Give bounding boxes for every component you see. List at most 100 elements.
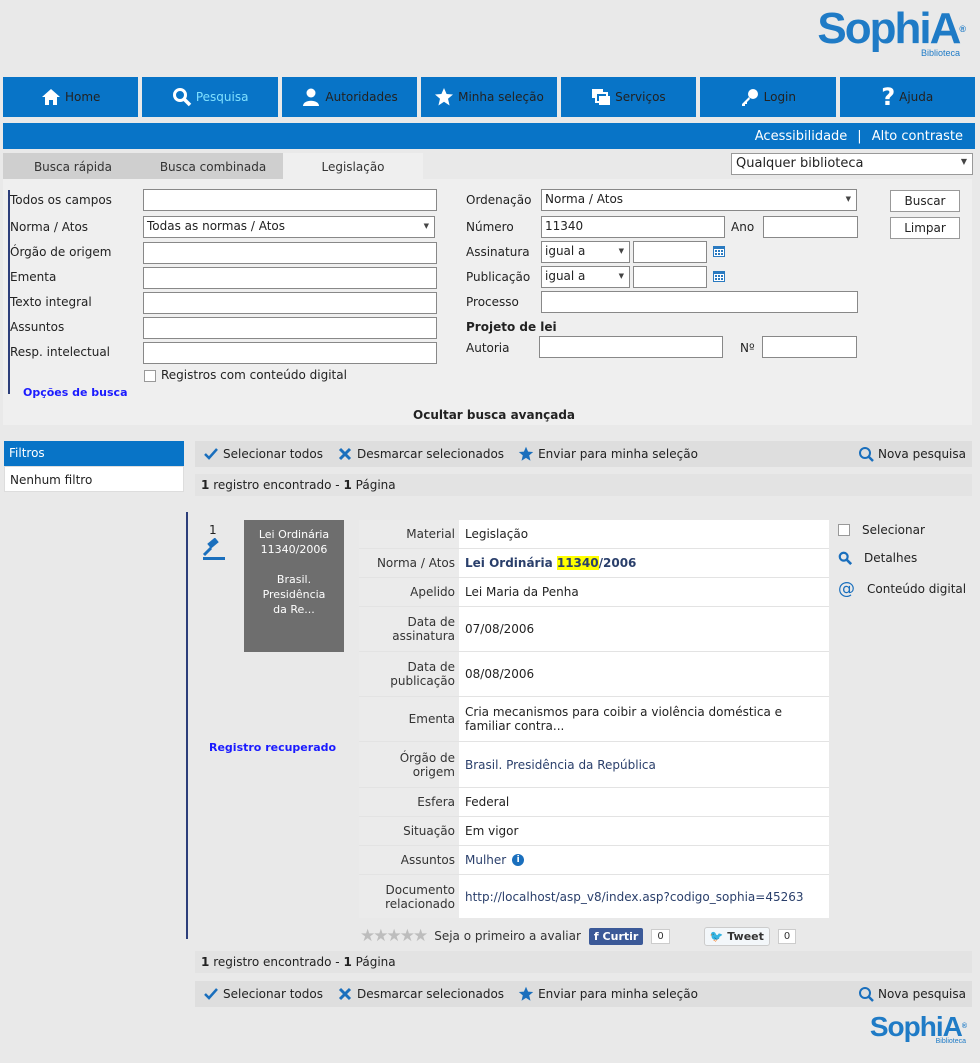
home-icon <box>41 89 60 105</box>
nav-ajuda[interactable]: ? Ajuda <box>839 77 975 117</box>
high-contrast-link[interactable]: Alto contraste <box>872 129 963 144</box>
label-autoria: Autoria <box>466 341 510 355</box>
norma-select[interactable]: Todas as normas / Atos ▼ <box>143 216 435 238</box>
nav-home[interactable]: Home <box>3 77 139 117</box>
search-icon <box>172 88 192 107</box>
star-icon <box>435 88 454 106</box>
processo-input[interactable] <box>541 291 858 313</box>
nav-minha-selecao[interactable]: Minha seleção <box>421 77 557 117</box>
record-status: Registro recuperado <box>209 741 337 754</box>
buscar-button[interactable]: Buscar <box>890 190 960 212</box>
texto-integral-input[interactable] <box>143 292 437 314</box>
tab-legislacao[interactable]: Legislação <box>283 153 423 180</box>
refresh-search-icon <box>858 447 874 462</box>
calendar-icon[interactable] <box>712 269 726 283</box>
tab-busca-combinada[interactable]: Busca combinada <box>143 153 283 180</box>
norma-value[interactable]: Lei Ordinária 11340/2006 <box>459 549 829 577</box>
label-norma: Norma / Atos <box>10 220 89 234</box>
label-publicacao: Publicação <box>466 270 531 284</box>
label-ordenacao: Ordenação <box>466 193 532 207</box>
digital-content-action[interactable]: @ Conteúdo digital <box>838 579 966 599</box>
ordenacao-select[interactable]: Norma / Atos ▼ <box>541 189 857 211</box>
label-texto: Texto integral <box>10 295 92 309</box>
send-to-selection-button[interactable]: Enviar para minha seleção <box>518 446 698 462</box>
tab-busca-rapida[interactable]: Busca rápida <box>3 153 143 180</box>
publicacao-date-input[interactable] <box>633 266 707 288</box>
ano-input[interactable] <box>763 216 858 238</box>
accessibility-link[interactable]: Acessibilidade <box>755 129 848 144</box>
label-assinatura: Assinatura <box>466 245 530 259</box>
ementa-input[interactable] <box>143 267 437 289</box>
info-icon[interactable]: i <box>512 854 525 866</box>
filters-none: Nenhum filtro <box>4 466 184 492</box>
x-icon <box>338 447 352 461</box>
limpar-button[interactable]: Limpar <box>890 217 960 239</box>
resp-intelectual-input[interactable] <box>143 342 437 364</box>
refresh-search-icon <box>858 987 874 1002</box>
label-numero: Número <box>466 220 514 234</box>
nav-servicos[interactable]: Serviços <box>560 77 697 117</box>
numero-input[interactable]: 11340 <box>541 216 725 238</box>
rating-bar: ★★★★★ Seja o primeiro a avaliar f Curtir… <box>360 926 797 946</box>
assinatura-operator-select[interactable]: igual a ▼ <box>541 241 630 263</box>
facebook-like-button[interactable]: f Curtir <box>588 927 644 945</box>
main-nav: Home Pesquisa Autoridades Minha seleção … <box>3 77 975 117</box>
filters-header: Filtros <box>4 441 184 466</box>
label-ementa: Ementa <box>10 270 57 284</box>
details-action[interactable]: Detalhes <box>838 551 917 565</box>
nav-login[interactable]: Login <box>700 77 836 117</box>
record-thumbnail[interactable]: Lei Ordinária 11340/2006 Brasil. Presidê… <box>244 520 344 652</box>
search-options-link[interactable]: Opções de busca <box>23 386 128 399</box>
deselect-button[interactable]: Desmarcar selecionados <box>337 986 504 1002</box>
label-resp: Resp. intelectual <box>10 345 111 359</box>
result-count-bottom: 1 registro encontrado - 1 Página <box>195 951 972 973</box>
assuntos-input[interactable] <box>143 317 437 339</box>
assinatura-date-input[interactable] <box>633 241 707 263</box>
star-icon <box>518 446 534 461</box>
gavel-icon <box>202 538 225 560</box>
document-link[interactable]: http://localhost/asp_v8/index.asp?codigo… <box>459 875 829 918</box>
projeto-numero-input[interactable] <box>762 336 857 358</box>
new-search-button[interactable]: Nova pesquisa <box>858 446 966 462</box>
select-record-action[interactable]: Selecionar <box>838 523 925 537</box>
todos-campos-input[interactable] <box>143 189 437 211</box>
digital-checkbox[interactable] <box>144 370 156 382</box>
publicacao-operator-select[interactable]: igual a ▼ <box>541 266 630 288</box>
label-digital: Registros com conteúdo digital <box>161 368 347 382</box>
library-select[interactable]: Qualquer biblioteca ▼ <box>731 153 973 175</box>
label-orgao: Órgão de origem <box>10 245 112 259</box>
windows-icon <box>592 89 611 105</box>
label-processo: Processo <box>466 295 519 309</box>
nav-autoridades[interactable]: Autoridades <box>281 77 418 117</box>
hide-advanced-search-link[interactable]: Ocultar busca avançada <box>413 408 575 422</box>
search-icon <box>838 551 852 565</box>
search-tabs: Busca rápida Busca combinada Legislação <box>3 153 423 180</box>
nav-pesquisa[interactable]: Pesquisa <box>142 77 278 117</box>
select-checkbox[interactable] <box>838 524 850 536</box>
check-icon <box>204 988 218 1000</box>
help-icon: ? <box>881 83 896 111</box>
key-icon <box>741 89 758 106</box>
deselect-button[interactable]: Desmarcar selecionados <box>337 446 504 462</box>
label-todos: Todos os campos <box>10 193 112 207</box>
tweet-button[interactable]: 🐦 Tweet <box>703 926 770 946</box>
orgao-link[interactable]: Brasil. Presidência da República <box>459 742 829 787</box>
dropdown-arrow-icon: ▼ <box>960 157 967 166</box>
send-to-selection-button[interactable]: Enviar para minha seleção <box>518 986 698 1002</box>
select-all-button[interactable]: Selecionar todos <box>203 986 323 1002</box>
results-toolbar: Selecionar todos Desmarcar selecionados … <box>195 441 972 467</box>
results-toolbar-bottom: Selecionar todos Desmarcar selecionados … <box>195 981 972 1007</box>
select-all-button[interactable]: Selecionar todos <box>203 446 323 462</box>
new-search-button[interactable]: Nova pesquisa <box>858 986 966 1002</box>
label-assuntos: Assuntos <box>10 320 65 334</box>
autoria-input[interactable] <box>539 336 723 358</box>
label-ano: Ano <box>731 220 755 234</box>
orgao-input[interactable] <box>143 242 437 264</box>
x-icon <box>338 987 352 1001</box>
assunto-link[interactable]: Mulher <box>465 853 506 867</box>
record-bracket <box>186 512 188 939</box>
rating-stars[interactable]: ★★★★★ <box>360 926 428 946</box>
user-icon <box>303 88 320 106</box>
record-details-table: Material Legislação Norma / Atos Lei Ordin… <box>359 520 829 918</box>
calendar-icon[interactable] <box>712 244 726 258</box>
